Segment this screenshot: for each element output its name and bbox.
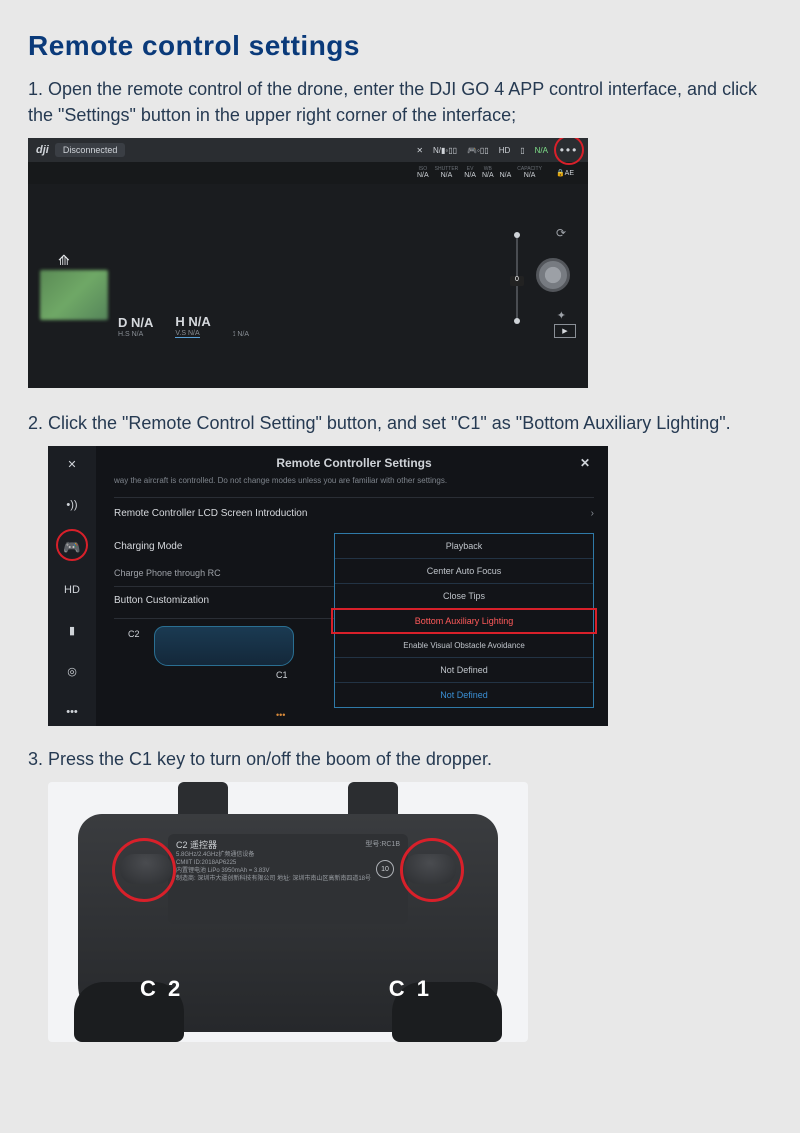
iso-value: N/A xyxy=(417,172,429,179)
sidebar-item-sensors[interactable]: •)) xyxy=(48,495,96,515)
ae-lock-icon[interactable]: 🔒AE xyxy=(556,169,574,177)
row-charging-mode: Charging Mode xyxy=(114,533,334,560)
settings-panel: Remote Controller Settings ✕ way the air… xyxy=(96,446,608,726)
play-button[interactable]: ▶ xyxy=(554,324,576,338)
spec-plate: C2 遥控器 型号:RC1B 5.8GHz/2.4GHz扩频通信设备 CMIIT… xyxy=(168,834,408,924)
signal-icon: N/▮◦▯▯ xyxy=(433,146,457,155)
na-indicator: N/A xyxy=(535,146,548,155)
highlight-ring-c1-icon xyxy=(400,838,464,902)
battery-icon: ▮ xyxy=(69,625,75,637)
hd-icon: HD xyxy=(64,584,80,596)
viewfinder-area: ⟰ ⟳ 0 ✦ D N/AH.S N/A H N/AV.S N/A ⟟ N/A … xyxy=(28,184,588,344)
camera-settings-icon[interactable]: ⟳ xyxy=(556,226,566,240)
step-1-text: 1. Open the remote control of the drone,… xyxy=(28,76,772,128)
shutter-button[interactable] xyxy=(536,258,570,292)
camera-params-bar: ISON/A SHUTTERN/A EVN/A WBN/A N/A CAPACI… xyxy=(28,162,588,184)
option-obstacle-avoidance[interactable]: Enable Visual Obstacle Avoidance xyxy=(335,634,593,658)
sidebar-item-more[interactable]: ••• xyxy=(48,702,96,722)
close-button[interactable]: ✕ xyxy=(580,456,590,470)
plate-model: 型号:RC1B xyxy=(365,840,400,849)
rc-icon: 🎮◦▯▯ xyxy=(467,146,489,155)
slider-value: 0 xyxy=(510,276,524,286)
c1-column-labels: C1 ••• xyxy=(276,670,304,720)
topbar-icons: ✕ N/▮◦▯▯ 🎮◦▯▯ HD ▯ N/A ••• xyxy=(416,139,580,161)
app-topbar: dji Disconnected ✕ N/▮◦▯▯ 🎮◦▯▯ HD ▯ N/A … xyxy=(28,138,588,162)
c1-options-dropdown: Playback Center Auto Focus Close Tips Bo… xyxy=(334,533,594,708)
dji-app-screenshot: dji Disconnected ✕ N/▮◦▯▯ 🎮◦▯▯ HD ▯ N/A … xyxy=(28,138,588,388)
option-not-defined-1[interactable]: Not Defined xyxy=(335,658,593,683)
highlight-ring-c2-icon xyxy=(112,838,176,902)
option-not-defined-2[interactable]: Not Defined xyxy=(335,683,593,707)
sidebar-item-battery[interactable]: ▮ xyxy=(48,620,96,641)
diagram-c2-label: C2 xyxy=(128,629,140,639)
option-playback[interactable]: Playback xyxy=(335,534,593,559)
dji-logo: dji xyxy=(36,144,49,156)
row-lcd-label: Remote Controller LCD Screen Introductio… xyxy=(114,508,307,519)
step-3-text: 3. Press the C1 key to turn on/off the b… xyxy=(28,746,772,772)
plate-spec3: 内置锂电池 LiPo 3950mAh = 3.83V xyxy=(176,868,270,874)
sidebar-item-rc[interactable]: 🎮 xyxy=(48,535,96,560)
takeoff-icon[interactable]: ⟰ xyxy=(58,252,70,269)
shutter-value: N/A xyxy=(441,172,453,179)
wb-value: N/A xyxy=(482,172,494,179)
settings-sidebar: ✕ •)) 🎮 HD ▮ ◎ ••• xyxy=(48,446,96,726)
plate-mfr: 制造商: 深圳市大疆创新科技有限公司 地址: 深圳市南山区高新南四道18号 xyxy=(176,876,371,882)
plate-brand: C2 遥控器 xyxy=(176,840,217,850)
page-title: Remote control settings xyxy=(28,30,772,62)
hd-label: HD xyxy=(499,146,511,155)
distance-metric: D N/AH.S N/A xyxy=(118,316,153,338)
rc-settings-screenshot: ✕ •)) 🎮 HD ▮ ◎ ••• Remote Controller Set… xyxy=(48,446,608,726)
sidebar-item-gimbal[interactable]: ◎ xyxy=(48,661,96,682)
option-center-af[interactable]: Center Auto Focus xyxy=(335,559,593,584)
row-lcd-intro[interactable]: Remote Controller LCD Screen Introductio… xyxy=(114,497,594,529)
more-icon: ••• xyxy=(66,706,78,718)
battery-icon: ▯ xyxy=(520,146,524,155)
plate-spec1: 5.8GHz/2.4GHz扩频通信设备 xyxy=(176,852,254,858)
gimbal-icon: ◎ xyxy=(67,666,77,678)
physical-remote-photo: C2 遥控器 型号:RC1B 5.8GHz/2.4GHz扩频通信设备 CMIIT… xyxy=(48,782,528,1042)
plate-spec2: CMIIT ID:2018AP6225 xyxy=(176,860,236,866)
row-button-custom: Button Customization xyxy=(114,586,334,614)
settings-button[interactable]: ••• xyxy=(558,139,580,161)
c1-label: C 1 xyxy=(389,976,432,1002)
height-metric: H N/AV.S N/A xyxy=(175,315,210,338)
telemetry-bar: D N/AH.S N/A H N/AV.S N/A ⟟ N/A ▶ xyxy=(28,300,588,344)
drone-icon: ✕ xyxy=(67,459,76,471)
more-icon: ••• xyxy=(560,147,579,153)
panel-title: Remote Controller Settings ✕ xyxy=(114,454,594,476)
sensor-icon: •)) xyxy=(66,499,77,511)
row-charge-phone[interactable]: Charge Phone through RC xyxy=(114,560,334,586)
ev-value: N/A xyxy=(464,172,476,179)
blank-value: N/A xyxy=(500,172,512,179)
remote-controller-icon: 🎮 xyxy=(63,539,80,555)
capacity-value: N/A xyxy=(524,172,536,179)
sidebar-item-hd[interactable]: HD xyxy=(48,580,96,600)
option-close-tips[interactable]: Close Tips xyxy=(335,584,593,609)
rc-diagram: C2 C1 xyxy=(114,618,334,666)
connection-status-badge: Disconnected xyxy=(55,143,126,157)
extra-metric: ⟟ N/A xyxy=(233,316,249,338)
chevron-right-icon: › xyxy=(591,508,594,519)
step-2-text: 2. Click the "Remote Control Setting" bu… xyxy=(28,410,772,436)
option-bottom-aux-lighting[interactable]: Bottom Auxiliary Lighting xyxy=(335,609,593,634)
panel-subtitle: way the aircraft is controlled. Do not c… xyxy=(114,476,594,486)
c2-label: C 2 xyxy=(140,976,183,1002)
sidebar-item-aircraft[interactable]: ✕ xyxy=(48,454,96,475)
age-label-icon: 10 xyxy=(376,860,394,878)
drone-icon: ✕ xyxy=(416,146,423,155)
